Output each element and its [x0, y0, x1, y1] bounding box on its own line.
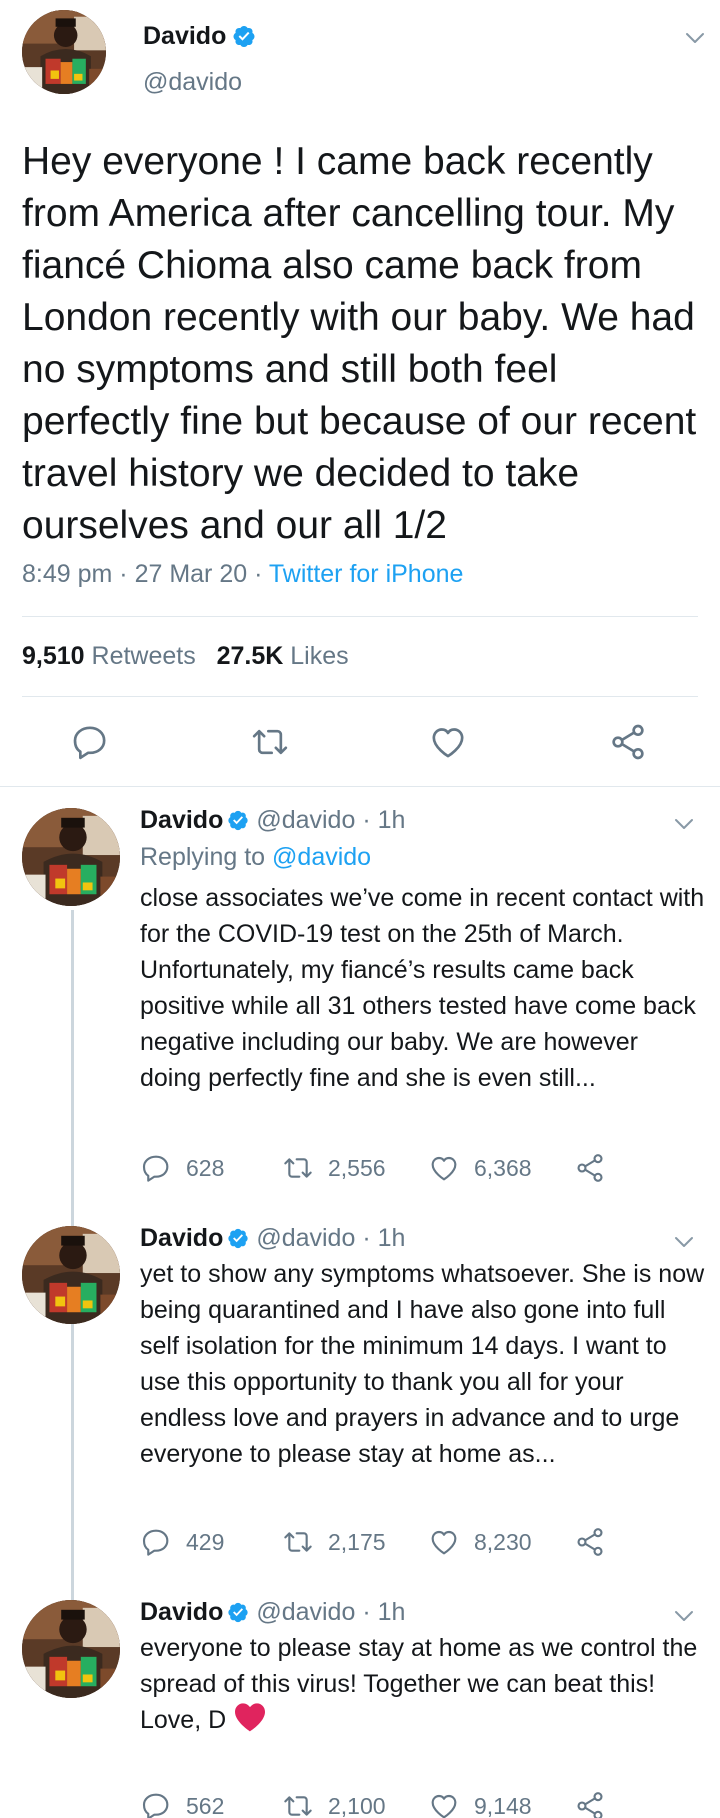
- retweet-button[interactable]: 2,175: [282, 1526, 386, 1558]
- like-button[interactable]: [428, 722, 468, 762]
- like-icon: [428, 1526, 460, 1558]
- chevron-down-icon[interactable]: [672, 816, 696, 832]
- verified-badge-icon: [227, 809, 249, 831]
- author-name[interactable]: Davido: [140, 806, 223, 834]
- reply-icon: [140, 1152, 172, 1184]
- reply-button[interactable]: 562: [140, 1790, 224, 1818]
- verified-badge-icon: [227, 1601, 249, 1623]
- divider: [22, 696, 698, 697]
- replying-label: Replying to: [140, 843, 266, 871]
- reply-button[interactable]: [70, 722, 110, 762]
- chevron-down-icon[interactable]: [683, 30, 707, 46]
- chevron-down-icon[interactable]: [672, 1608, 696, 1624]
- share-button[interactable]: [574, 1526, 620, 1558]
- reply-actions: 429 2,175 8,230: [140, 1526, 700, 1558]
- retweet-icon: [282, 1790, 314, 1818]
- like-count: 9,148: [474, 1792, 532, 1818]
- reply-count: 429: [186, 1528, 225, 1555]
- tweet-time: 8:49 pm: [22, 560, 113, 588]
- share-icon: [574, 1790, 606, 1818]
- retweet-button[interactable]: [250, 722, 290, 762]
- retweets-stat[interactable]: 9,510 Retweets: [22, 642, 196, 670]
- tweet-age: 1h: [377, 806, 406, 834]
- retweet-count: 2,175: [328, 1528, 386, 1555]
- reply-button[interactable]: 429: [140, 1526, 224, 1558]
- reply-avatar[interactable]: [22, 808, 120, 906]
- divider: [22, 616, 698, 617]
- like-icon: [428, 1790, 460, 1818]
- reply-text: yet to show any symptoms whatsoever. She…: [140, 1260, 705, 1468]
- retweet-button[interactable]: 2,100: [282, 1790, 386, 1818]
- retweets-count: 9,510: [22, 642, 85, 670]
- retweets-label: Retweets: [91, 642, 196, 670]
- reply-avatar[interactable]: [22, 1226, 120, 1324]
- reply-text: everyone to please stay at home as we co…: [140, 1630, 705, 1738]
- red-heart-icon: [235, 1703, 266, 1732]
- main-author-handle[interactable]: @davido: [143, 68, 242, 97]
- share-icon: [574, 1152, 606, 1184]
- reply-header: Davido @davido · 1h: [140, 806, 406, 834]
- tweet-source-link[interactable]: Twitter for iPhone: [269, 560, 464, 588]
- author-name[interactable]: Davido: [140, 1224, 223, 1252]
- share-button[interactable]: [574, 1790, 620, 1818]
- reply-icon: [70, 722, 110, 762]
- retweet-button[interactable]: 2,556: [282, 1152, 386, 1184]
- retweet-count: 2,556: [328, 1154, 386, 1181]
- reply-count: 628: [186, 1154, 225, 1181]
- retweet-icon: [282, 1152, 314, 1184]
- like-button[interactable]: 9,148: [428, 1790, 532, 1818]
- main-tweet-text: Hey everyone ! I came back recently from…: [22, 140, 697, 547]
- reply-icon: [140, 1526, 172, 1558]
- retweet-icon: [250, 722, 290, 762]
- replying-to: Replying to @davido: [140, 843, 371, 872]
- tweet-date: 27 Mar 20: [134, 560, 248, 588]
- like-button[interactable]: 6,368: [428, 1152, 532, 1184]
- share-button[interactable]: [574, 1152, 620, 1184]
- mention-link[interactable]: @davido: [272, 843, 371, 871]
- reply-text: close associates we’ve come in recent co…: [140, 884, 705, 1092]
- reply-header: Davido @davido · 1h: [140, 1598, 406, 1626]
- reply-button[interactable]: 628: [140, 1152, 224, 1184]
- main-author-name[interactable]: Davido: [143, 22, 256, 51]
- likes-label: Likes: [290, 642, 349, 670]
- retweet-icon: [282, 1526, 314, 1558]
- reply-header: Davido @davido · 1h: [140, 1224, 406, 1252]
- author-handle[interactable]: @davido: [256, 1598, 355, 1626]
- reply-actions: 628 2,556 6,368: [140, 1152, 700, 1184]
- chevron-down-icon[interactable]: [672, 1234, 696, 1250]
- tweet-age: 1h: [377, 1224, 406, 1252]
- like-count: 8,230: [474, 1528, 532, 1555]
- tweet-meta: 8:49 pm · 27 Mar 20 · Twitter for iPhone: [22, 560, 464, 588]
- author-name[interactable]: Davido: [140, 1598, 223, 1626]
- author-handle[interactable]: @davido: [256, 1224, 355, 1252]
- like-button[interactable]: 8,230: [428, 1526, 532, 1558]
- reply-avatar[interactable]: [22, 1600, 120, 1698]
- share-button[interactable]: [608, 722, 648, 762]
- reply-actions: 562 2,100 9,148: [140, 1790, 700, 1818]
- share-icon: [608, 722, 648, 762]
- tweet-stats: 9,510 Retweets 27.5K Likes: [22, 642, 349, 671]
- reply-icon: [140, 1790, 172, 1818]
- main-avatar[interactable]: [22, 10, 106, 94]
- author-handle[interactable]: @davido: [256, 806, 355, 834]
- verified-badge-icon: [232, 24, 256, 48]
- verified-badge-icon: [227, 1227, 249, 1249]
- likes-stat[interactable]: 27.5K Likes: [217, 642, 349, 670]
- like-icon: [428, 722, 468, 762]
- reply-text-body: everyone to please stay at home as we co…: [140, 1634, 698, 1698]
- share-icon: [574, 1526, 606, 1558]
- tweet-age: 1h: [377, 1598, 406, 1626]
- divider: [0, 786, 720, 787]
- reply-count: 562: [186, 1792, 225, 1818]
- likes-count: 27.5K: [216, 642, 284, 670]
- author-name: Davido: [143, 22, 227, 50]
- signoff: Love, D: [140, 1706, 227, 1734]
- like-count: 6,368: [474, 1154, 532, 1181]
- retweet-count: 2,100: [328, 1792, 386, 1818]
- like-icon: [428, 1152, 460, 1184]
